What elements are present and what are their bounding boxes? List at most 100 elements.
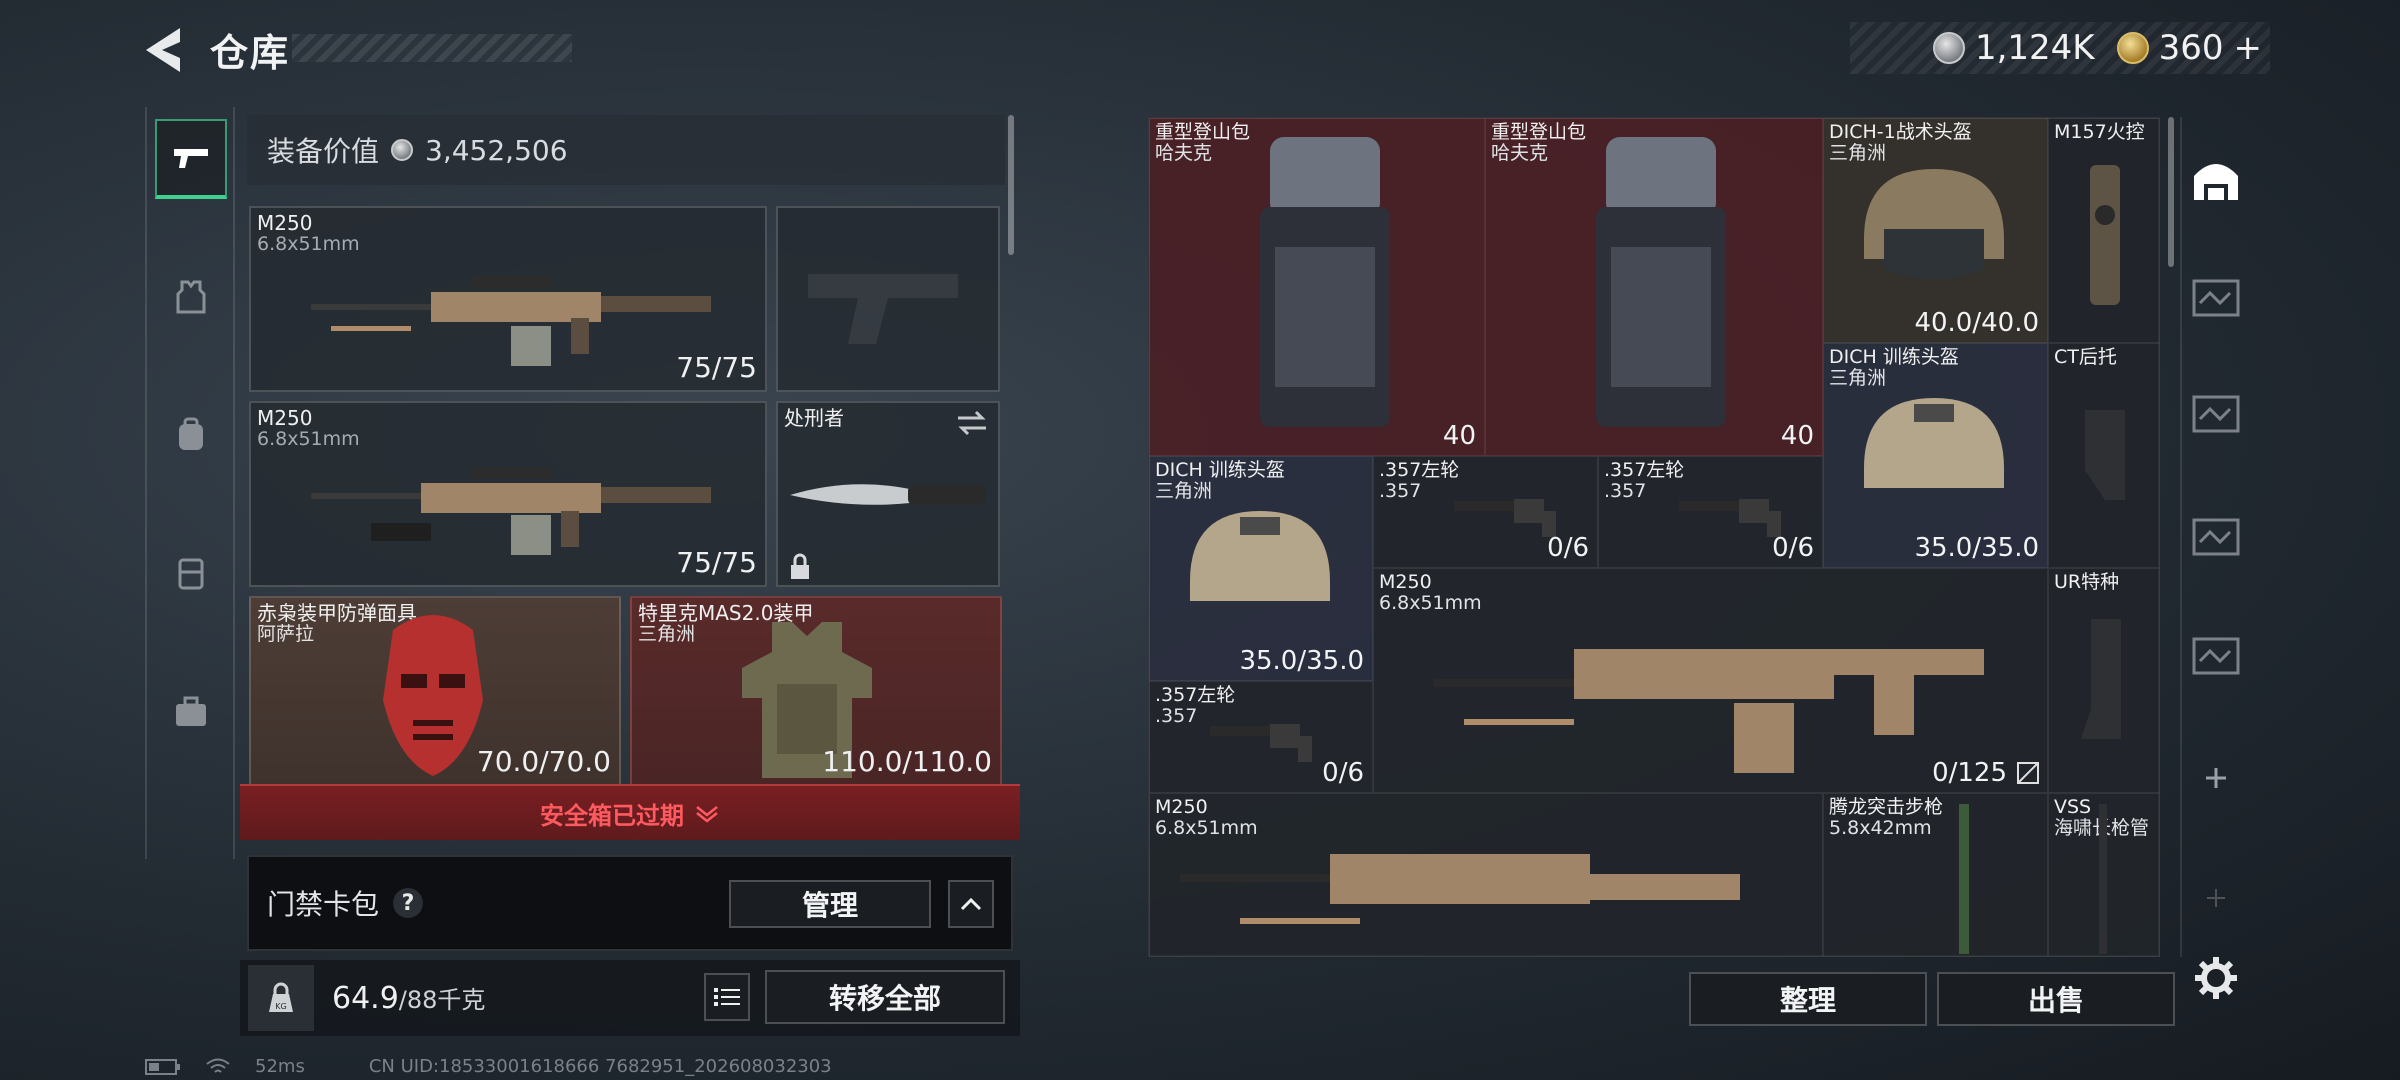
sidearm-slot[interactable] xyxy=(776,206,1000,392)
backpack-icon xyxy=(1596,137,1726,427)
chest-rig-icon xyxy=(178,558,204,590)
grid-item[interactable]: .357左轮 .357 0/6 xyxy=(1149,681,1373,793)
chevron-up-icon xyxy=(960,897,982,911)
stock-icon xyxy=(2081,619,2121,739)
access-card-pack-label: 门禁卡包 xyxy=(267,888,380,921)
tab-armor[interactable] xyxy=(155,257,227,337)
gold-coin-icon xyxy=(2116,32,2149,64)
lock-icon xyxy=(791,553,809,579)
tab-weapons[interactable] xyxy=(155,119,227,199)
carry-weight-current: 64.9 xyxy=(332,981,399,1016)
tab-case[interactable] xyxy=(155,672,227,752)
sort-button[interactable]: 整理 xyxy=(1689,972,1927,1026)
grid-item[interactable]: UR特种 xyxy=(2048,568,2160,793)
left-scrollbar[interactable] xyxy=(1008,115,1014,255)
stock-icon xyxy=(2085,410,2125,500)
knife-icon xyxy=(790,484,986,505)
grid-item[interactable]: M250 6.8x51mm xyxy=(1149,793,1823,957)
backpack-icon xyxy=(179,417,203,450)
grid-item[interactable]: M157火控 xyxy=(2048,118,2160,343)
grid-item-caliber: .357 xyxy=(1604,480,1647,502)
currency-silver[interactable]: 1,124K xyxy=(1932,28,2095,68)
safe-box-expired-banner[interactable]: 安全箱已过期 xyxy=(240,784,1020,840)
status-bar: 52ms CN UID:18533001618666 7682951_20260… xyxy=(145,1056,832,1077)
sell-button[interactable]: 出售 xyxy=(1937,972,2175,1026)
equipment-value: 装备价值 3,452,506 xyxy=(247,115,1005,185)
grid-item[interactable]: DICH 训练头盔 三角洲 35.0/35.0 xyxy=(1823,343,2048,568)
barrel-icon xyxy=(2099,804,2107,954)
grid-item-origin: 哈夫克 xyxy=(1155,142,1213,164)
add-storage-icon[interactable] xyxy=(2186,748,2246,808)
slot-item-name: M250 xyxy=(257,211,313,235)
grid-item-caliber: 5.8x42mm xyxy=(1829,817,1932,839)
machine-gun-icon xyxy=(311,467,711,555)
slot-item-caliber: 6.8x51mm xyxy=(257,233,360,255)
body-armor-slot[interactable]: 特里克MAS2.0装甲 三角洲 110.0/110.0 xyxy=(630,596,1002,786)
chevron-down-icon xyxy=(696,806,718,823)
currency-silver-value: 1,124K xyxy=(1974,28,2095,68)
currency-gold[interactable]: 360 + xyxy=(2116,28,2263,68)
back-button[interactable] xyxy=(140,22,190,78)
melee-slot[interactable]: 处刑者 xyxy=(776,401,1000,587)
grid-item[interactable]: .357左轮 .357 0/6 xyxy=(1598,456,1823,568)
grid-item-capacity: 40 xyxy=(1442,421,1476,451)
grid-item-durability: 40.0/40.0 xyxy=(1914,308,2039,338)
face-shield-slot[interactable]: 赤枭装甲防弹面具 阿萨拉 70.0/70.0 xyxy=(249,596,621,786)
backpack-icon xyxy=(1260,137,1390,427)
grid-item[interactable]: CT后托 xyxy=(2048,343,2160,568)
tab-rig[interactable] xyxy=(155,533,227,613)
list-icon xyxy=(714,988,740,1006)
grid-item-name: DICH 训练头盔 xyxy=(1829,346,1959,368)
grid-item-ammo: 0/6 xyxy=(1322,758,1364,788)
primary-weapon-slot[interactable]: M250 6.8x51mm 75/75 xyxy=(249,206,767,392)
carry-weight-max: /88千克 xyxy=(398,986,486,1014)
grid-item[interactable]: 腾龙突击步枪 5.8x42mm xyxy=(1823,793,2048,957)
grid-item[interactable]: 重型登山包 哈夫克 40 xyxy=(1485,118,1823,456)
help-icon[interactable]: ? xyxy=(393,888,424,918)
grid-item-origin: 哈夫克 xyxy=(1491,142,1549,164)
grid-item-ammo: 0/6 xyxy=(1547,533,1589,563)
grid-item[interactable]: 重型登山包 哈夫克 40 xyxy=(1149,118,1485,456)
transfer-all-button[interactable]: 转移全部 xyxy=(765,970,1005,1024)
settings-button[interactable] xyxy=(2186,948,2246,1008)
grid-item[interactable]: .357左轮 .357 0/6 xyxy=(1373,456,1598,568)
plus-icon xyxy=(2207,889,2225,907)
grid-item-name: M157火控 xyxy=(2054,121,2145,143)
swap-icon[interactable] xyxy=(956,409,988,437)
slot-item-origin: 阿萨拉 xyxy=(257,623,315,645)
grid-item-ammo: 0/125 xyxy=(1932,758,2007,788)
collapse-button[interactable] xyxy=(948,880,994,928)
grid-item-name: 重型登山包 xyxy=(1155,121,1251,143)
grid-item[interactable]: VSS 海啸长枪管 xyxy=(2048,793,2160,957)
loadout-tab-strip xyxy=(145,107,235,859)
tab-backpack[interactable] xyxy=(155,395,227,475)
silver-coin-icon xyxy=(1932,32,1965,64)
storage-scrollbar[interactable] xyxy=(2168,117,2174,267)
training-helmet-icon xyxy=(1190,511,1330,601)
storage-home-icon[interactable] xyxy=(2186,148,2246,208)
grid-item[interactable]: DICH-1战术头盔 三角洲 40.0/40.0 xyxy=(1823,118,2048,343)
storage-page-4-icon[interactable] xyxy=(2186,266,2246,326)
grid-item[interactable]: M250 6.8x51mm 0/125 xyxy=(1373,568,2048,793)
grid-item[interactable]: DICH 训练头盔 三角洲 35.0/35.0 xyxy=(1149,456,1373,681)
grid-item-name: .357左轮 xyxy=(1604,459,1685,481)
machine-gun-icon xyxy=(1434,649,1984,773)
grid-item-name: M250 xyxy=(1379,571,1432,593)
plus-icon xyxy=(2206,768,2226,788)
add-gold-icon[interactable]: + xyxy=(2234,28,2263,68)
page-title: 仓库 xyxy=(210,31,291,75)
equipment-value-label: 装备价值 xyxy=(267,135,380,168)
red-mask-icon xyxy=(383,615,483,776)
secondary-weapon-slot[interactable]: M250 6.8x51mm 75/75 xyxy=(249,401,767,587)
slot-ammo: 75/75 xyxy=(676,351,757,384)
grid-item-name: CT后托 xyxy=(2054,346,2117,368)
storage-page-5-icon[interactable] xyxy=(2186,505,2246,565)
grid-item-name: UR特种 xyxy=(2054,571,2120,593)
list-view-button[interactable] xyxy=(704,973,750,1021)
weight-icon: KG xyxy=(248,965,314,1031)
storage-page-4b-icon[interactable] xyxy=(2186,624,2246,684)
training-helmet-icon xyxy=(1864,398,2004,488)
revolver-icon xyxy=(1210,724,1312,762)
manage-button[interactable]: 管理 xyxy=(729,880,931,928)
storage-page-3-icon[interactable] xyxy=(2186,382,2246,442)
